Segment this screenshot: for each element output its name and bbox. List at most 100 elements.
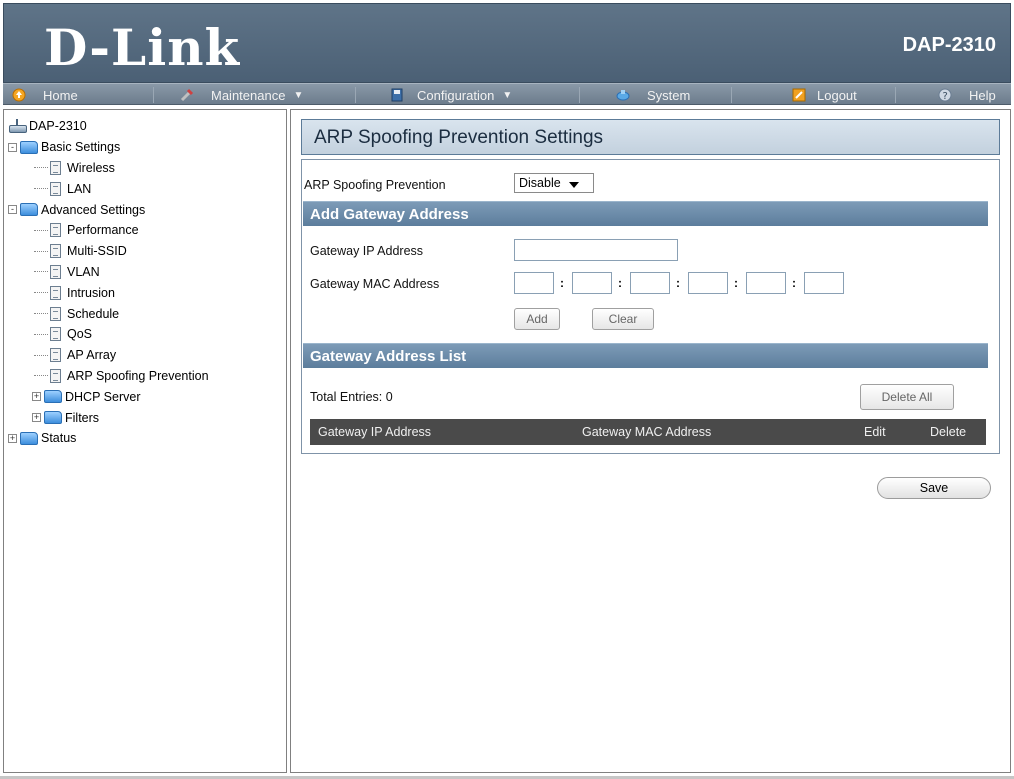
- tree-item-schedule[interactable]: Schedule: [8, 303, 286, 324]
- tree-folder-filters[interactable]: + Filters: [8, 407, 286, 428]
- nav-help[interactable]: ? Help: [937, 84, 996, 106]
- tree-item-root[interactable]: DAP-2310: [8, 116, 286, 137]
- col-gateway-mac: Gateway MAC Address: [582, 425, 712, 439]
- nav-home[interactable]: Home: [11, 84, 78, 106]
- tree-connector: [34, 333, 48, 335]
- folder-icon: [44, 390, 62, 404]
- tree-folder-dhcp-server-label[interactable]: DHCP Server: [65, 390, 140, 404]
- nav-configuration[interactable]: Configuration ▼: [389, 84, 512, 106]
- tree-folder-status[interactable]: + Status: [8, 428, 286, 449]
- tree-item-performance-label[interactable]: Performance: [67, 223, 139, 237]
- tree-folder-advanced-settings[interactable]: - Advanced Settings: [8, 199, 286, 220]
- nav-logout[interactable]: Logout: [791, 84, 857, 106]
- tree-folder-basic-settings[interactable]: - Basic Settings: [8, 137, 286, 158]
- mac-octet-4-input[interactable]: [688, 272, 728, 294]
- nav-divider: [579, 87, 580, 103]
- nav-maintenance-label: Maintenance: [211, 87, 286, 103]
- nav-help-label: Help: [969, 87, 996, 103]
- tree-connector: [34, 354, 48, 356]
- settings-box: ARP Spoofing Prevention Disable Add Gate…: [301, 159, 1000, 454]
- tree-connector: [34, 188, 48, 190]
- nav-system-label: System: [647, 87, 691, 103]
- mac-octet-3-input[interactable]: [630, 272, 670, 294]
- tree-connector: [34, 313, 48, 315]
- tree-connector: [34, 250, 48, 252]
- tree-item-wireless[interactable]: Wireless: [8, 158, 286, 179]
- arp-prevention-select[interactable]: Disable: [514, 173, 594, 193]
- tree-item-arp-spoofing-prevention-label[interactable]: ARP Spoofing Prevention: [67, 369, 209, 383]
- page-icon: [50, 160, 61, 175]
- collapse-icon[interactable]: -: [8, 205, 17, 215]
- tree-item-root-label[interactable]: DAP-2310: [29, 119, 87, 133]
- tree-item-intrusion-label[interactable]: Intrusion: [67, 286, 115, 300]
- page-title-box: ARP Spoofing Prevention Settings: [301, 119, 1000, 155]
- tree-item-multi-ssid[interactable]: Multi-SSID: [8, 241, 286, 262]
- top-nav-bar: Home Maintenance ▼ Configuration ▼ Syste…: [3, 83, 1011, 105]
- tree-folder-dhcp-server[interactable]: + DHCP Server: [8, 386, 286, 407]
- tree-item-arp-spoofing-prevention[interactable]: ARP Spoofing Prevention: [8, 366, 286, 387]
- tree-item-wireless-label[interactable]: Wireless: [67, 161, 115, 175]
- tree-item-performance[interactable]: Performance: [8, 220, 286, 241]
- tree-folder-basic-settings-label[interactable]: Basic Settings: [41, 140, 120, 154]
- tree-item-qos[interactable]: QoS: [8, 324, 286, 345]
- mac-octet-2-input[interactable]: [572, 272, 612, 294]
- tree-folder-status-label[interactable]: Status: [41, 431, 76, 445]
- tree-item-schedule-label[interactable]: Schedule: [67, 307, 119, 321]
- system-icon: [616, 90, 630, 101]
- tree-connector: [34, 375, 48, 377]
- collapse-icon[interactable]: -: [8, 142, 17, 152]
- nav-maintenance[interactable]: Maintenance ▼: [179, 84, 303, 106]
- mac-separator: :: [560, 276, 564, 290]
- add-gateway-heading: Add Gateway Address: [310, 206, 469, 223]
- expand-icon[interactable]: +: [32, 392, 41, 402]
- expand-icon[interactable]: +: [8, 433, 17, 443]
- gateway-ip-input[interactable]: [514, 239, 678, 261]
- mac-octet-5-input[interactable]: [746, 272, 786, 294]
- tree-item-ap-array-label[interactable]: AP Array: [67, 348, 116, 362]
- chevron-down-icon: ▼: [293, 89, 304, 101]
- dlink-logo: D-Link: [44, 18, 241, 77]
- arp-prevention-label: ARP Spoofing Prevention: [304, 178, 446, 192]
- header-banner: D-Link DAP-2310: [3, 3, 1011, 83]
- help-icon: ?: [938, 88, 952, 102]
- tree-item-ap-array[interactable]: AP Array: [8, 345, 286, 366]
- device-icon: [8, 119, 27, 134]
- mac-octet-6-input[interactable]: [804, 272, 844, 294]
- tree-connector: [34, 167, 48, 169]
- expand-icon[interactable]: +: [32, 413, 41, 423]
- add-gateway-section: Add Gateway Address: [303, 201, 988, 226]
- tree-folder-advanced-settings-label[interactable]: Advanced Settings: [41, 203, 145, 217]
- mac-octet-1-input[interactable]: [514, 272, 554, 294]
- nav-system[interactable]: System: [615, 84, 690, 106]
- save-button[interactable]: Save: [877, 477, 991, 499]
- gateway-ip-label: Gateway IP Address: [310, 244, 424, 258]
- nav-logout-label: Logout: [817, 87, 857, 103]
- clear-button[interactable]: Clear: [592, 308, 654, 330]
- gateway-list-heading: Gateway Address List: [310, 348, 467, 365]
- delete-all-button[interactable]: Delete All: [860, 384, 954, 410]
- tree-folder-filters-label[interactable]: Filters: [65, 411, 99, 425]
- tree-item-multi-ssid-label[interactable]: Multi-SSID: [67, 244, 127, 258]
- tree-item-intrusion[interactable]: Intrusion: [8, 282, 286, 303]
- tree-connector: [34, 271, 48, 273]
- tree-item-lan-label[interactable]: LAN: [67, 182, 91, 196]
- col-gateway-ip: Gateway IP Address: [318, 425, 432, 439]
- tree-item-lan[interactable]: LAN: [8, 178, 286, 199]
- add-button[interactable]: Add: [514, 308, 560, 330]
- nav-home-label: Home: [43, 87, 78, 103]
- nav-divider: [153, 87, 154, 103]
- page-icon: [50, 264, 61, 279]
- nav-divider: [355, 87, 356, 103]
- page-icon: [50, 368, 61, 383]
- sidebar-tree: DAP-2310 - Basic Settings Wireless LAN -…: [3, 109, 287, 773]
- dropdown-arrow-icon: [568, 181, 579, 188]
- tree-connector: [34, 229, 48, 231]
- save-disk-icon: [391, 88, 403, 102]
- page-icon: [50, 348, 61, 363]
- tree-item-vlan[interactable]: VLAN: [8, 262, 286, 283]
- tree-item-vlan-label[interactable]: VLAN: [67, 265, 100, 279]
- nav-configuration-label: Configuration: [417, 87, 495, 103]
- tree-item-qos-label[interactable]: QoS: [67, 327, 92, 341]
- mac-separator: :: [618, 276, 622, 290]
- logout-icon: [792, 88, 806, 102]
